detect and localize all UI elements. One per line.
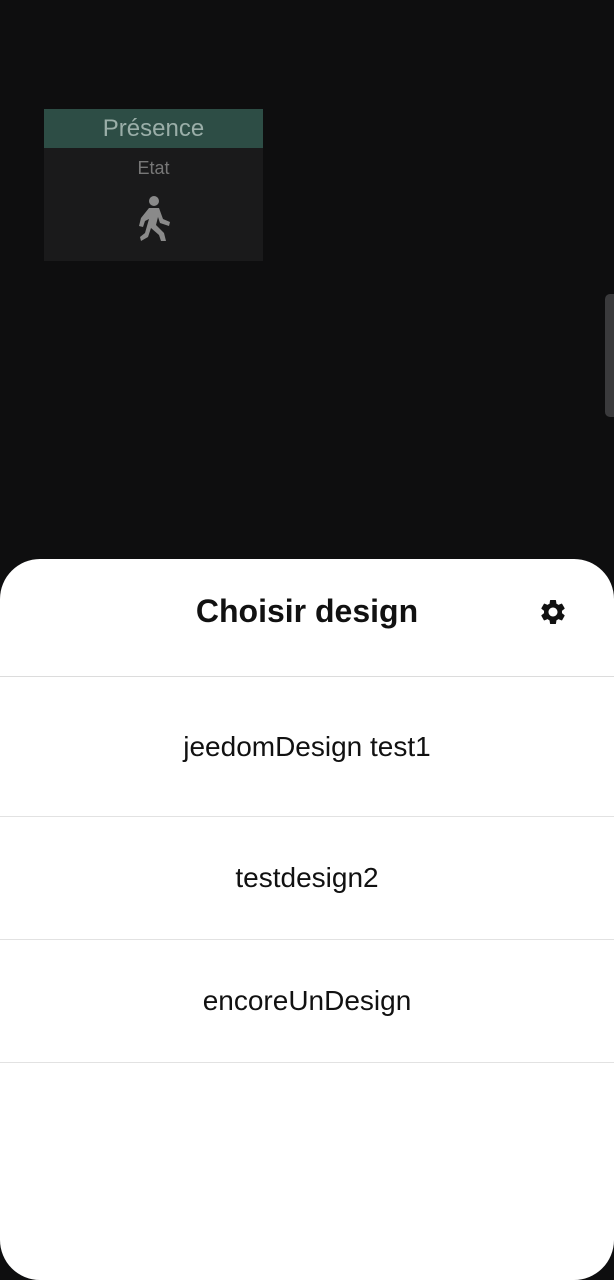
gear-icon — [541, 600, 565, 624]
design-picker-sheet: Choisir design jeedomDesign test1 testde… — [0, 559, 614, 1280]
list-item-design[interactable]: encoreUnDesign — [0, 940, 614, 1063]
sheet-header: Choisir design — [0, 559, 614, 677]
design-list: jeedomDesign test1 testdesign2 encoreUnD… — [0, 677, 614, 1063]
widget-title: Présence — [44, 109, 263, 148]
presence-widget[interactable]: Présence Etat — [44, 109, 263, 261]
widget-command-label: Etat — [137, 158, 170, 178]
list-item-design[interactable]: jeedomDesign test1 — [0, 677, 614, 817]
scrollbar-handle[interactable] — [605, 294, 614, 417]
sheet-title: Choisir design — [195, 593, 419, 629]
list-item-design[interactable]: testdesign2 — [0, 817, 614, 940]
person-walking-icon — [139, 196, 170, 241]
settings-button[interactable] — [536, 595, 570, 629]
